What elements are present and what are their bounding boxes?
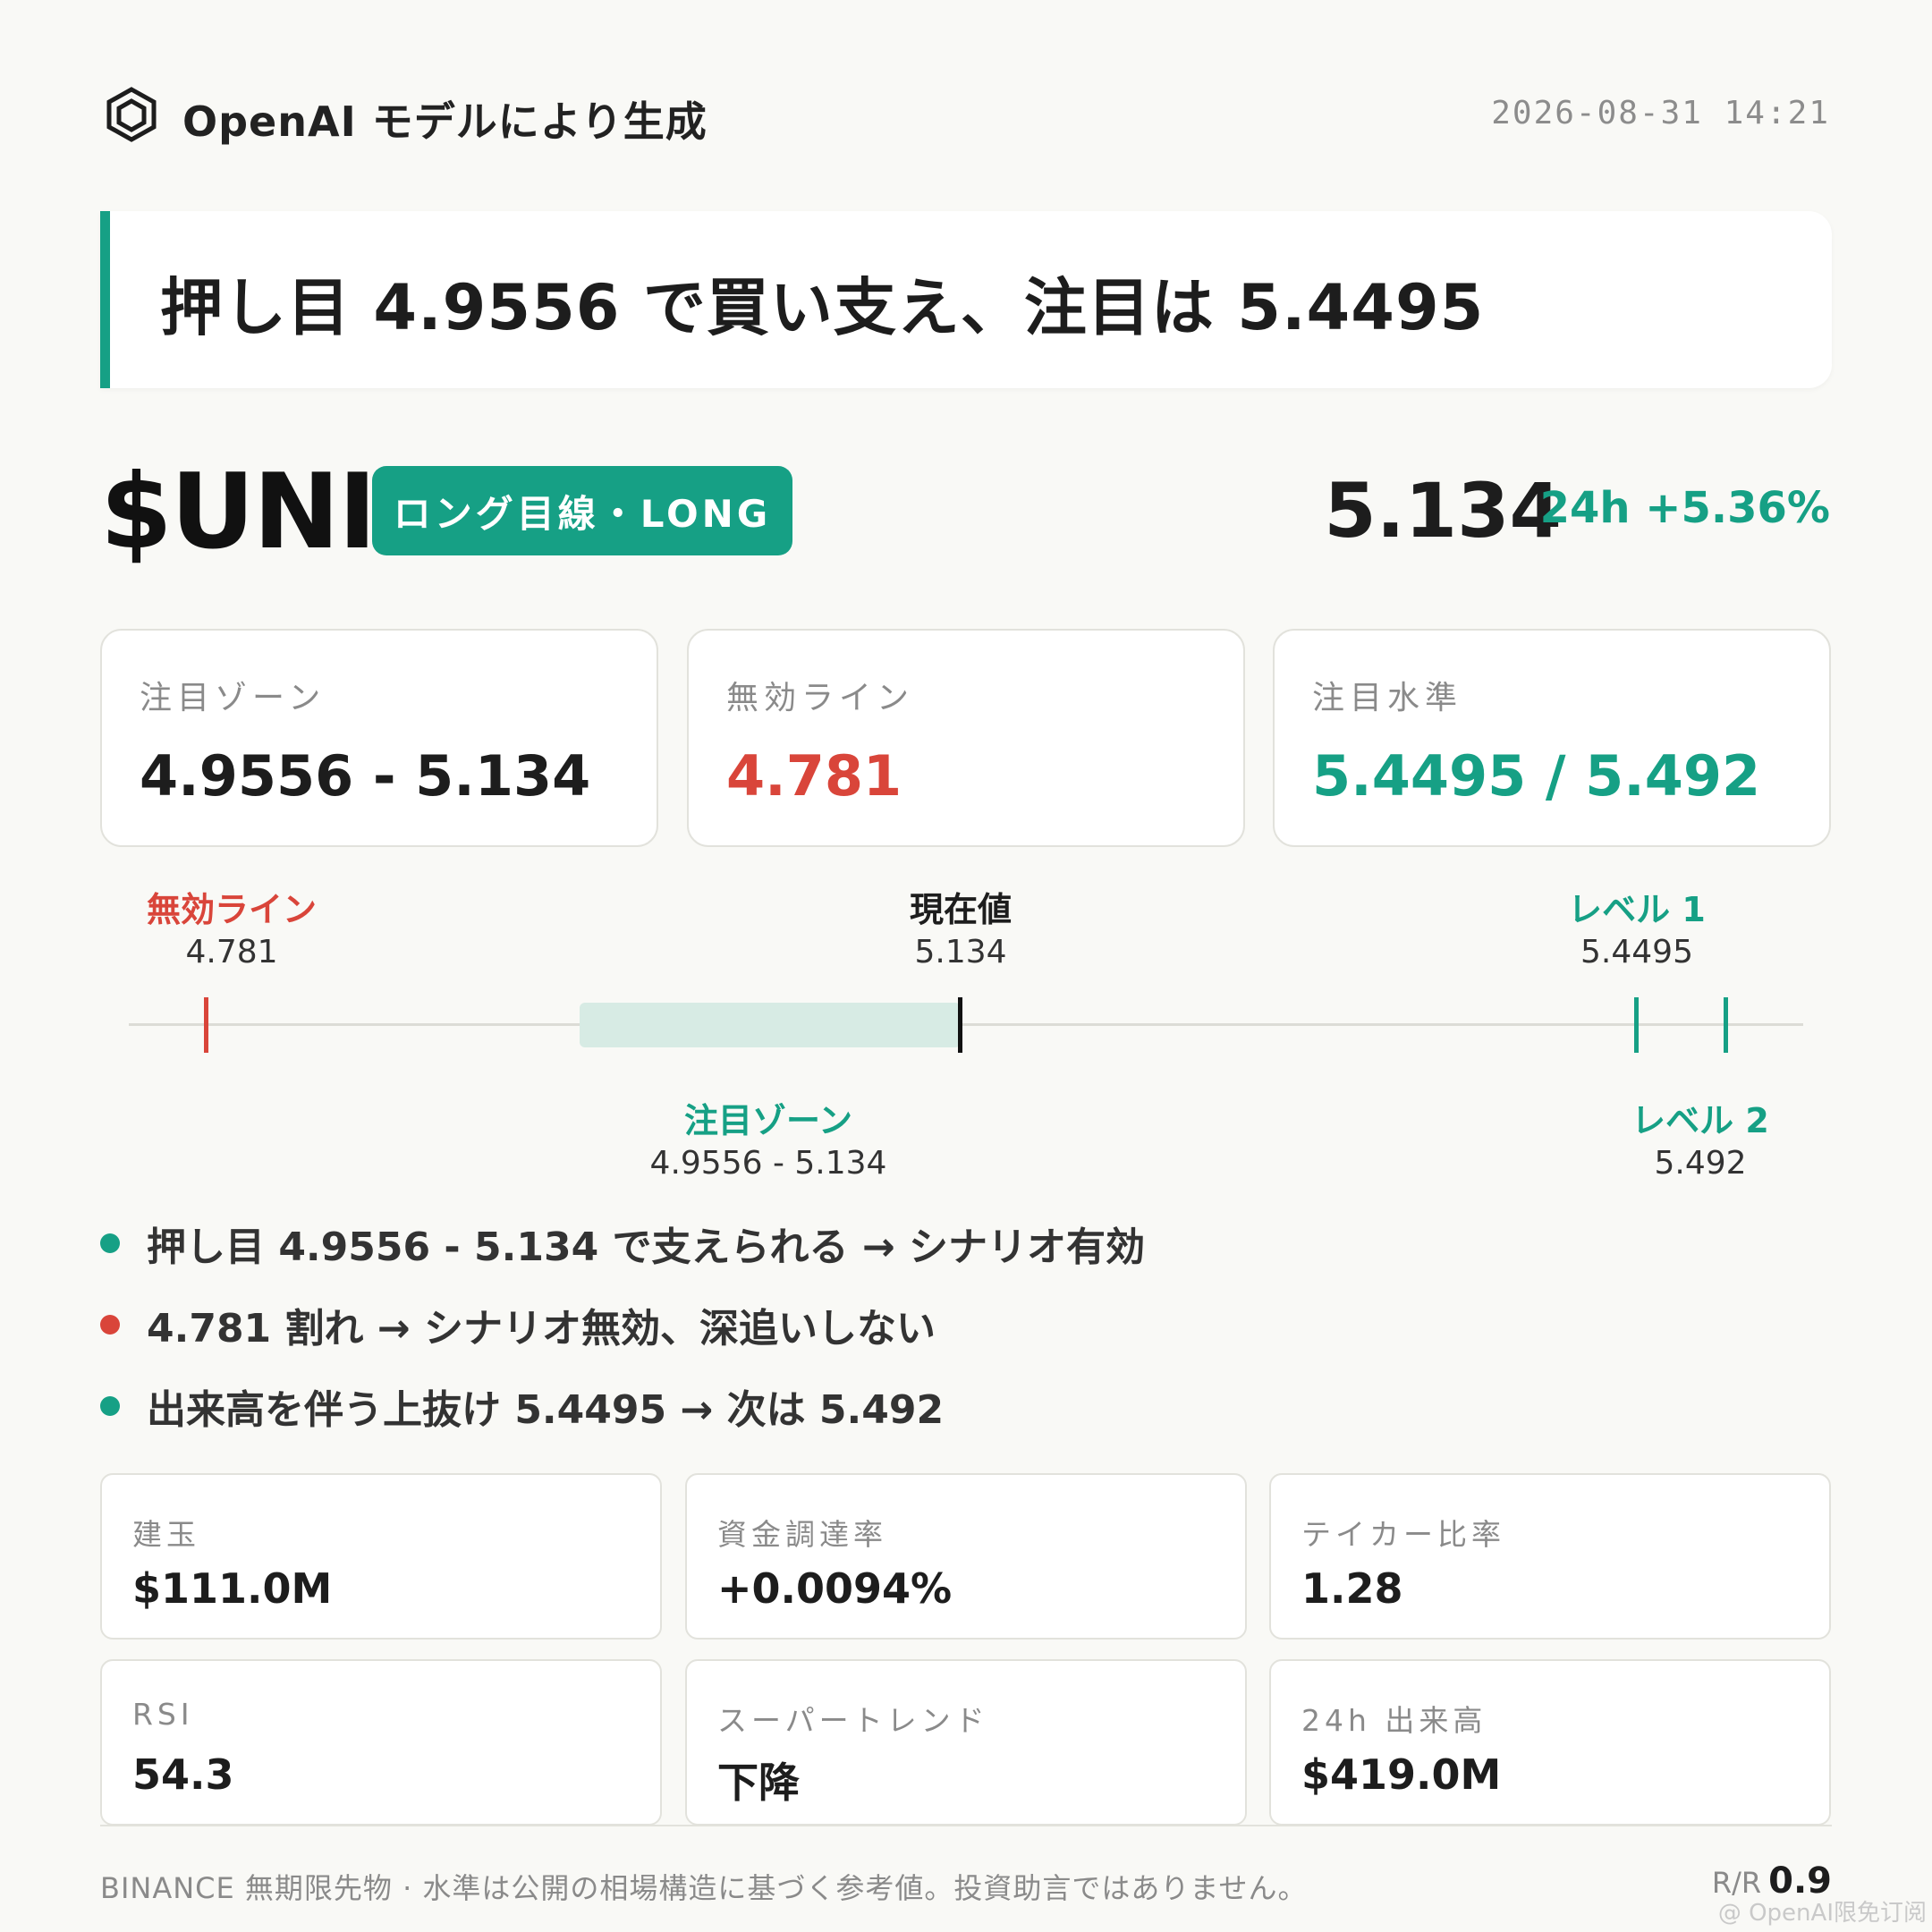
green-dot-icon [100,1396,120,1416]
metric-label: スーパートレンド [717,1703,989,1738]
level-card-label: 無効ライン [726,680,915,716]
ladder-label-level2: レベル 2 [1631,1101,1769,1140]
metric-value: $419.0M [1301,1750,1502,1799]
metric-label: RSI [132,1697,194,1732]
metric-label: 24h 出来高 [1301,1703,1487,1738]
level-card-label: 注目水準 [1312,680,1463,716]
footer-divider [100,1825,1832,1826]
headline-text: 押し目 4.9556 で買い支え、注目は 5.4495 [160,271,1485,344]
ladder-label-level1: レベル 1 [1568,890,1706,929]
red-dot-icon [100,1315,120,1335]
scenario-breakout-item: 出来高を伴う上抜け 5.4495 → 次は 5.492 [100,1377,944,1435]
ladder-value-current: 5.134 [914,934,1007,970]
current-price: 5.134 [1324,467,1562,555]
green-dot-icon [100,1233,120,1253]
metric-value: 1.28 [1301,1564,1403,1613]
ladder-value-zone: 4.9556 - 5.134 [649,1145,887,1182]
timestamp: 2026-08-31 14:21 [1491,95,1830,131]
ladder-label-current: 現在値 [909,890,1013,929]
scenario-valid-item: 押し目 4.9556 - 5.134 で支えられる → シナリオ有効 [100,1215,1145,1272]
ladder-axis [129,1023,1803,1026]
ladder-label-zone: 注目ゾーン [683,1101,853,1140]
openai-hexagon-icon [106,87,157,142]
metric-rsi: RSI 54.3 [100,1659,662,1826]
scenario-invalid-item: 4.781 割れ → シナリオ無効、深追いしない [100,1296,936,1353]
ladder-tick-current [958,997,962,1053]
metric-value: $111.0M [132,1564,333,1613]
metric-open-interest: 建玉 $111.0M [100,1473,662,1640]
metric-taker-ratio: テイカー比率 1.28 [1269,1473,1831,1640]
metric-label: 建玉 [132,1517,200,1552]
direction-badge: ロング目線・LONG [372,466,792,555]
metric-supertrend: スーパートレンド 下降 [685,1659,1247,1826]
ladder-tick-level2 [1724,997,1728,1053]
level-card-zone: 注目ゾーン 4.9556 - 5.134 [100,629,658,847]
price-change: 24h +5.36% [1539,483,1830,533]
level-card-value: 4.781 [726,743,902,809]
ladder-label-invalid: 無効ライン [146,890,318,929]
metric-value: 54.3 [132,1750,234,1799]
ladder-value-level2: 5.492 [1654,1145,1747,1182]
metric-label: 資金調達率 [717,1517,887,1552]
watermark: @ OpenAI限免订阅 [1717,1900,1927,1927]
metric-label: テイカー比率 [1301,1517,1505,1552]
ladder-value-invalid: 4.781 [185,934,278,970]
level-card-label: 注目ゾーン [140,680,326,716]
metric-24h-volume: 24h 出来高 $419.0M [1269,1659,1831,1826]
level-card-value: 4.9556 - 5.134 [140,743,591,809]
ladder-value-level1: 5.4495 [1580,934,1693,970]
level-card-targets: 注目水準 5.4495 / 5.492 [1273,629,1831,847]
scenario-text: 4.781 割れ → シナリオ無効、深追いしない [147,1306,936,1352]
scenario-text: 押し目 4.9556 - 5.134 で支えられる → シナリオ有効 [147,1224,1146,1270]
level-card-value: 5.4495 / 5.492 [1312,743,1761,809]
level-card-invalid: 無効ライン 4.781 [687,629,1245,847]
brand-title: OpenAI モデルにより生成 [182,97,708,146]
ticker-symbol: $UNI [100,452,377,572]
metric-value: +0.0094% [717,1564,953,1613]
metric-value: 下降 [717,1758,800,1807]
disclaimer: BINANCE 無期限先物 · 水準は公開の相場構造に基づく参考値。投資助言では… [100,1871,1308,1905]
scenario-text: 出来高を伴う上抜け 5.4495 → 次は 5.492 [147,1387,945,1433]
ladder-tick-level1 [1634,997,1639,1053]
ladder-zone-band [580,1003,961,1047]
metric-funding-rate: 資金調達率 +0.0094% [685,1473,1247,1640]
headline-card: 押し目 4.9556 で買い支え、注目は 5.4495 [100,211,1832,388]
ladder-tick-invalid [204,997,208,1053]
